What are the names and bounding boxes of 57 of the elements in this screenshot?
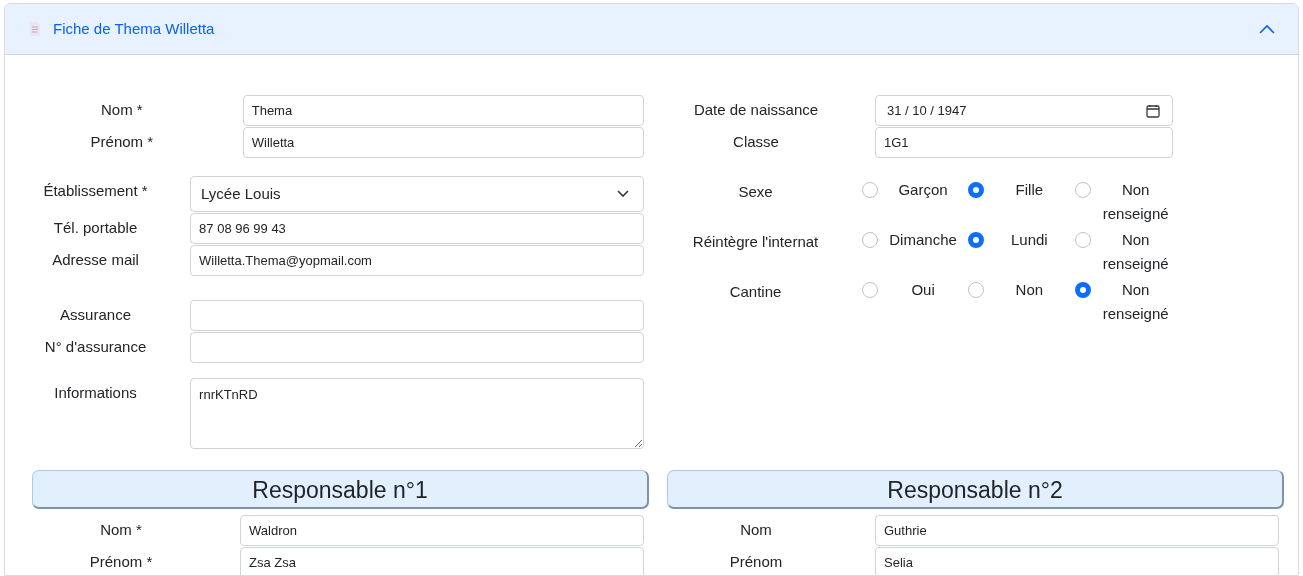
- date-field[interactable]: 31 / 10 / 1947: [875, 95, 1173, 126]
- radio-label: Non: [1014, 280, 1045, 300]
- radio-label: Lundi: [1010, 230, 1049, 250]
- radio-label: Non renseigné: [1101, 230, 1170, 274]
- caret-icon: [617, 190, 629, 198]
- radio-button[interactable]: [862, 182, 879, 198]
- radio-button[interactable]: [968, 282, 985, 298]
- input-field[interactable]: 1G1: [875, 127, 1173, 158]
- radio-button[interactable]: [1074, 282, 1091, 298]
- text-area[interactable]: rnrKTnRD: [190, 378, 644, 449]
- document-icon: [29, 22, 41, 36]
- field-label: Prénom: [728, 552, 784, 572]
- card-title: Fiche de Thema Willetta: [53, 18, 216, 39]
- chevron-up-icon[interactable]: [1258, 23, 1276, 35]
- input-field[interactable]: Zsa Zsa: [240, 547, 644, 575]
- radio-label: Oui: [910, 280, 936, 300]
- input-field[interactable]: Willetta: [242, 127, 644, 158]
- field-label: Cantine: [728, 282, 783, 302]
- input-field[interactable]: Guthrie: [875, 515, 1279, 546]
- radio-button[interactable]: [1074, 232, 1091, 248]
- input-field[interactable]: Selia: [875, 547, 1279, 575]
- field-label: Prénom *: [89, 132, 155, 152]
- field-label: Assurance: [59, 305, 132, 325]
- field-label: N° d'assurance: [43, 337, 148, 357]
- field-label: Réintègre l'internat: [691, 232, 820, 252]
- radio-label: Non renseigné: [1101, 180, 1170, 224]
- field-label: Nom: [739, 520, 773, 540]
- field-label: Nom *: [99, 520, 143, 540]
- radio-label: Garçon: [897, 180, 949, 200]
- field-label: Prénom *: [88, 552, 154, 572]
- input-field[interactable]: [190, 300, 644, 331]
- card-header[interactable]: Fiche de Thema Willetta: [5, 4, 1298, 55]
- radio-button[interactable]: [968, 182, 985, 198]
- radio-button[interactable]: [862, 282, 879, 298]
- calendar-icon[interactable]: [1146, 103, 1160, 118]
- section-header: Responsable n°1: [32, 470, 649, 509]
- input-field[interactable]: [190, 332, 644, 363]
- input-field[interactable]: 87 08 96 99 43: [190, 213, 644, 244]
- field-label: Sexe: [737, 182, 774, 202]
- section-header: Responsable n°2: [667, 470, 1284, 509]
- field-label: Nom *: [100, 100, 144, 120]
- radio-button[interactable]: [968, 232, 985, 248]
- radio-label: Non renseigné: [1101, 280, 1170, 324]
- input-field[interactable]: Willetta.Thema@yopmail.com: [190, 245, 644, 276]
- field-label: Classe: [732, 132, 780, 152]
- field-label: Tél. portable: [52, 218, 139, 238]
- radio-button[interactable]: [862, 232, 879, 248]
- field-label: Adresse mail: [51, 250, 140, 270]
- field-label: Date de naissance: [692, 100, 820, 120]
- radio-button[interactable]: [1074, 182, 1091, 198]
- field-label: Établissement *: [42, 181, 149, 201]
- radio-label: Dimanche: [888, 230, 958, 250]
- input-field[interactable]: Waldron: [240, 515, 644, 546]
- input-field[interactable]: Thema: [242, 95, 644, 126]
- select-field[interactable]: Lycée Louis: [190, 176, 644, 212]
- field-label: Informations: [53, 383, 138, 403]
- radio-label: Fille: [1014, 180, 1045, 200]
